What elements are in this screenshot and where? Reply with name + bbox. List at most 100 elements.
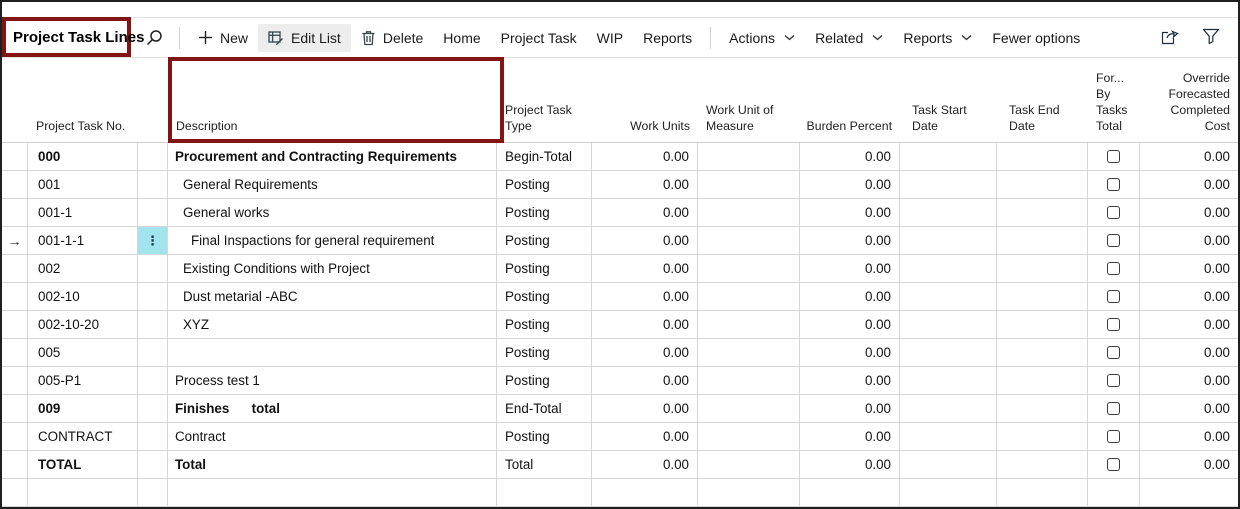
cell-work-unit-of-measure[interactable] [698,339,800,367]
cell-task-start-date[interactable] [900,227,997,255]
cell-work-unit-of-measure[interactable] [698,255,800,283]
cell-project-task-type[interactable]: Begin-Total [497,143,592,171]
cell-burden-percent[interactable] [800,479,900,507]
cell-project-task-type[interactable]: Posting [497,199,592,227]
cell-override-forecasted-completed-cost[interactable]: 0.00 [1140,423,1238,451]
column-header-work-unit-of-measure[interactable]: Work Unit of Measure [698,57,800,143]
cell-project-task-type[interactable]: Posting [497,227,592,255]
fewer-options-button[interactable]: Fewer options [982,24,1090,52]
cell-tasks-total[interactable] [1088,395,1140,423]
cell-work-units[interactable]: 0.00 [592,339,698,367]
cell-tasks-total[interactable] [1088,171,1140,199]
cell-burden-percent[interactable]: 0.00 [800,395,900,423]
column-header-project-task-no[interactable]: Project Task No. [28,57,138,143]
cell-tasks-total[interactable] [1088,227,1140,255]
tasks-total-checkbox[interactable] [1107,150,1120,163]
cell-task-start-date[interactable] [900,199,997,227]
row-options-cell[interactable]: ⋮ [138,255,168,283]
cell-override-forecasted-completed-cost[interactable]: 0.00 [1140,283,1238,311]
tasks-total-checkbox[interactable] [1107,430,1120,443]
cell-work-unit-of-measure[interactable] [698,199,800,227]
cell-task-end-date[interactable] [997,311,1088,339]
cell-work-unit-of-measure[interactable] [698,479,800,507]
cell-description[interactable] [168,339,497,367]
cell-project-task-type[interactable]: Posting [497,423,592,451]
cell-task-end-date[interactable] [997,143,1088,171]
tasks-total-checkbox[interactable] [1107,262,1120,275]
menu-wip[interactable]: WIP [587,24,633,52]
cell-tasks-total[interactable] [1088,339,1140,367]
cell-burden-percent[interactable]: 0.00 [800,423,900,451]
cell-burden-percent[interactable]: 0.00 [800,255,900,283]
cell-description[interactable] [168,479,497,507]
cell-work-units[interactable]: 0.00 [592,143,698,171]
reports-dropdown[interactable]: Reports [893,24,982,52]
cell-project-task-no[interactable]: 000 [28,143,138,171]
column-header-work-units[interactable]: Work Units [592,57,698,143]
cell-work-units[interactable]: 0.00 [592,283,698,311]
cell-work-units[interactable]: 0.00 [592,423,698,451]
cell-task-end-date[interactable] [997,479,1088,507]
cell-work-unit-of-measure[interactable] [698,227,800,255]
cell-tasks-total[interactable] [1088,255,1140,283]
cell-task-end-date[interactable] [997,199,1088,227]
cell-project-task-type[interactable]: Posting [497,255,592,283]
cell-description[interactable]: Final Inspactions for general requiremen… [168,227,497,255]
cell-project-task-no[interactable]: CONTRACT [28,423,138,451]
column-header-burden-percent[interactable]: Burden Percent [800,57,900,143]
tasks-total-checkbox[interactable] [1107,206,1120,219]
edit-list-button[interactable]: Edit List [258,24,351,52]
column-header-task-end-date[interactable]: Task End Date [997,57,1088,143]
cell-project-task-type[interactable] [497,479,592,507]
cell-burden-percent[interactable]: 0.00 [800,171,900,199]
cell-burden-percent[interactable]: 0.00 [800,311,900,339]
cell-task-start-date[interactable] [900,143,997,171]
cell-override-forecasted-completed-cost[interactable]: 0.00 [1140,339,1238,367]
tasks-total-checkbox[interactable] [1107,458,1120,471]
cell-burden-percent[interactable]: 0.00 [800,451,900,479]
cell-override-forecasted-completed-cost[interactable]: 0.00 [1140,255,1238,283]
cell-description[interactable]: Procurement and Contracting Requirements [168,143,497,171]
column-header-task-start-date[interactable]: Task Start Date [900,57,997,143]
cell-project-task-no[interactable]: 002 [28,255,138,283]
cell-project-task-no[interactable]: 002-10 [28,283,138,311]
cell-task-start-date[interactable] [900,367,997,395]
cell-project-task-type[interactable]: Posting [497,311,592,339]
cell-work-units[interactable]: 0.00 [592,255,698,283]
cell-description[interactable]: Process test 1 [168,367,497,395]
row-options-cell[interactable]: ⋮ [138,423,168,451]
cell-burden-percent[interactable]: 0.00 [800,283,900,311]
cell-task-end-date[interactable] [997,283,1088,311]
cell-project-task-no[interactable]: 001-1 [28,199,138,227]
cell-description[interactable]: Finishes total [168,395,497,423]
cell-tasks-total[interactable] [1088,479,1140,507]
cell-work-units[interactable]: 0.00 [592,451,698,479]
column-header-tasks-total[interactable]: For... By Tasks Total [1088,57,1140,143]
filter-icon[interactable] [1202,28,1220,48]
cell-project-task-no[interactable]: 005 [28,339,138,367]
row-options-cell[interactable]: ⋮ [138,171,168,199]
cell-task-start-date[interactable] [900,395,997,423]
cell-description[interactable]: XYZ [168,311,497,339]
cell-task-start-date[interactable] [900,255,997,283]
cell-task-end-date[interactable] [997,339,1088,367]
cell-work-unit-of-measure[interactable] [698,283,800,311]
cell-project-task-type[interactable]: Posting [497,339,592,367]
cell-burden-percent[interactable]: 0.00 [800,199,900,227]
cell-work-units[interactable]: 0.00 [592,367,698,395]
cell-task-end-date[interactable] [997,395,1088,423]
cell-tasks-total[interactable] [1088,451,1140,479]
cell-description[interactable]: Existing Conditions with Project [168,255,497,283]
row-options-cell[interactable]: ⋮ [138,395,168,423]
column-header-override-forecasted-completed-cost[interactable]: Override Forecasted Completed Cost [1140,57,1238,143]
cell-work-unit-of-measure[interactable] [698,171,800,199]
cell-task-end-date[interactable] [997,255,1088,283]
row-options-cell[interactable]: ⋮ [138,367,168,395]
cell-task-end-date[interactable] [997,367,1088,395]
cell-project-task-no[interactable] [28,479,138,507]
cell-tasks-total[interactable] [1088,143,1140,171]
menu-reports[interactable]: Reports [633,24,702,52]
cell-override-forecasted-completed-cost[interactable]: 0.00 [1140,143,1238,171]
cell-tasks-total[interactable] [1088,311,1140,339]
cell-task-end-date[interactable] [997,171,1088,199]
